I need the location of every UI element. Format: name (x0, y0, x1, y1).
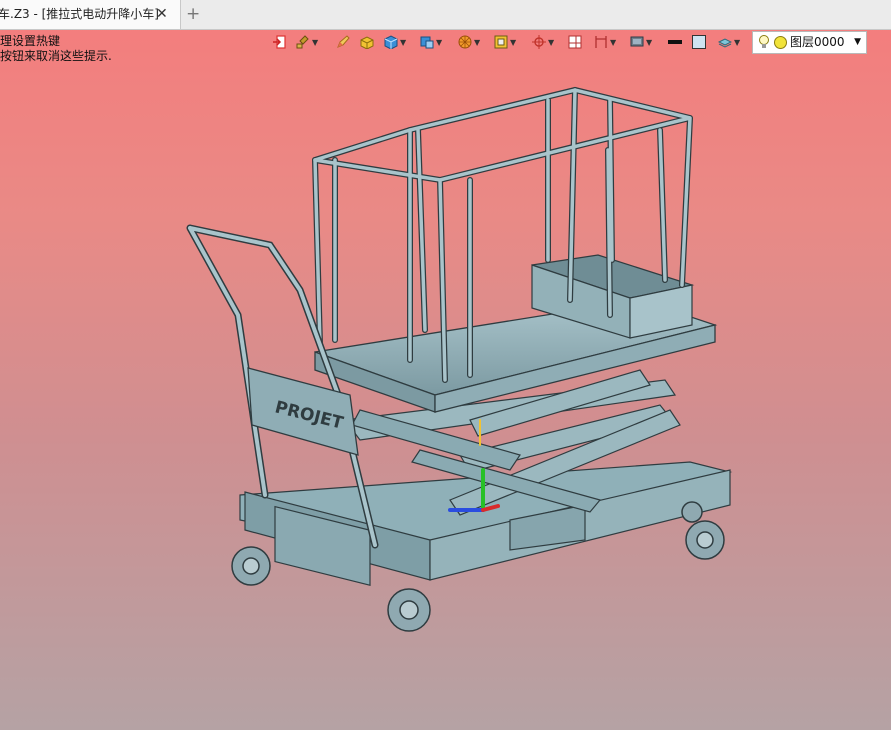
tab-bar: 车.Z3 - [推拉式电动升降小车] ✕ + (0, 0, 891, 30)
sign-panel: PROJET (247, 367, 359, 456)
document-tab[interactable]: 车.Z3 - [推拉式电动升降小车] ✕ (0, 0, 181, 29)
new-tab-button[interactable]: + (186, 0, 200, 28)
cad-window: 车.Z3 - [推拉式电动升降小车] ✕ + 理设置热键 按钮来取消这些提示. … (0, 0, 891, 730)
snap-target-icon[interactable]: ▼ (532, 32, 554, 52)
cube-icon[interactable]: ▼ (384, 32, 406, 52)
display-icon[interactable]: ▼ (630, 32, 652, 52)
layer-select[interactable]: 图层0000 ▼ (752, 31, 867, 54)
view-cube-icon[interactable]: ▼ (420, 32, 442, 52)
close-icon[interactable]: ✕ (156, 0, 168, 28)
pencil-icon[interactable] (336, 32, 350, 52)
light-bulb-icon[interactable] (757, 34, 771, 50)
frame-icon[interactable]: ▼ (494, 32, 516, 52)
document-tab-title: 车.Z3 - [推拉式电动升降小车] (0, 7, 159, 21)
layer-color-icon (774, 36, 787, 49)
split-view-icon[interactable] (568, 32, 582, 52)
fill-color-icon[interactable] (692, 32, 706, 52)
line-color-icon[interactable] (668, 32, 682, 52)
import-icon[interactable] (272, 32, 286, 52)
hint-line-1: 理设置热键 (0, 34, 61, 48)
layer-stack-icon[interactable]: ▼ (718, 32, 740, 52)
render-sphere-icon[interactable]: ▼ (458, 32, 480, 52)
layer-select-value: 图层0000 (790, 35, 845, 49)
chevron-down-icon: ▼ (854, 37, 861, 47)
box-material-icon[interactable] (360, 32, 374, 52)
3d-viewport[interactable]: PROJET (0, 60, 891, 730)
dimension-icon[interactable]: ▼ (594, 32, 616, 52)
brush-icon[interactable]: ▼ (296, 32, 318, 52)
